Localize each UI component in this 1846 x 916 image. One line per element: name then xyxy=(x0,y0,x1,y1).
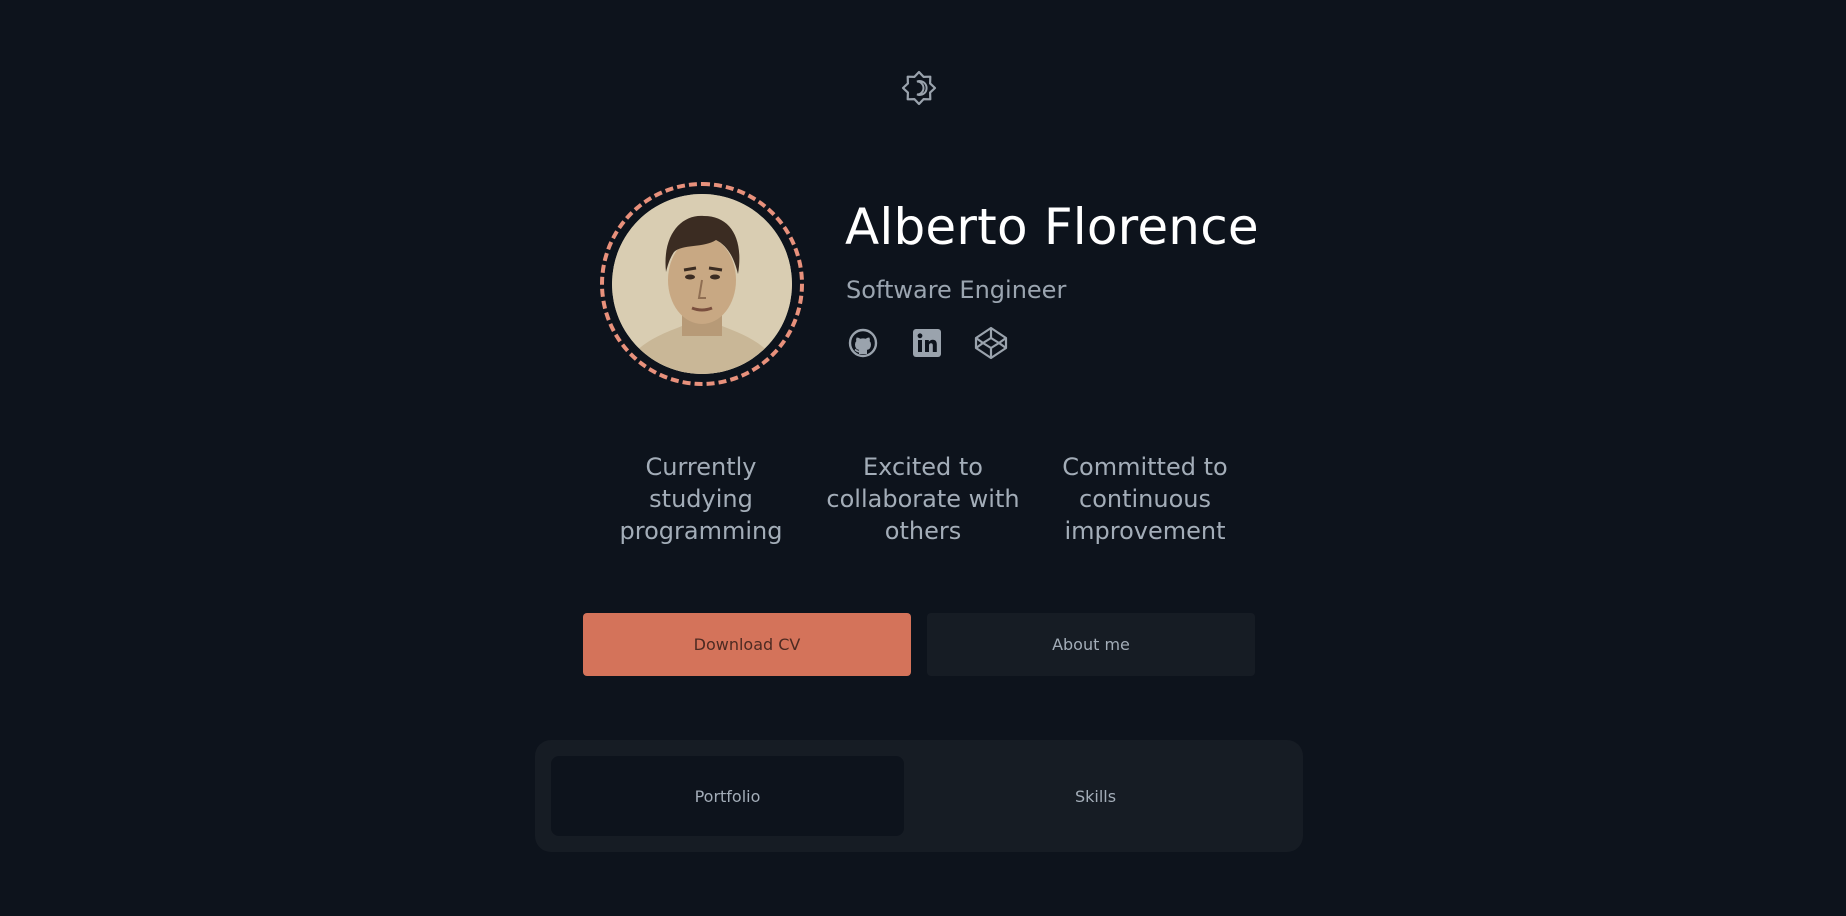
codepen-icon xyxy=(973,325,1009,365)
social-links xyxy=(846,325,1009,365)
profile-page: Alberto Florence Software Engineer Curre… xyxy=(0,0,1846,916)
github-link[interactable] xyxy=(846,328,880,362)
trait-line: improvement xyxy=(1064,517,1226,545)
tab-portfolio[interactable]: Portfolio xyxy=(551,756,904,836)
trait-line: Currently xyxy=(645,453,757,481)
traits-list: Currently studying programming Excited t… xyxy=(596,451,1250,547)
trait-line: collaborate with xyxy=(826,485,1020,513)
avatar-ring xyxy=(600,182,804,386)
trait-line: others xyxy=(884,517,962,545)
trait-item: Currently studying programming xyxy=(596,451,806,547)
download-cv-button[interactable]: Download CV xyxy=(583,613,911,676)
moon-icon xyxy=(901,70,937,110)
section-tabs: Portfolio Skills xyxy=(535,740,1303,852)
trait-line: continuous xyxy=(1079,485,1211,513)
codepen-link[interactable] xyxy=(973,325,1009,365)
theme-toggle-button[interactable] xyxy=(899,70,939,110)
github-icon xyxy=(847,327,879,363)
avatar xyxy=(612,194,792,374)
about-me-button[interactable]: About me xyxy=(927,613,1255,676)
trait-line: Excited to xyxy=(863,453,983,481)
linkedin-link[interactable] xyxy=(910,328,944,362)
trait-item: Excited to collaborate with others xyxy=(818,451,1028,547)
profile-name: Alberto Florence xyxy=(845,198,1259,256)
trait-line: studying xyxy=(649,485,753,513)
trait-item: Committed to continuous improvement xyxy=(1040,451,1250,547)
tab-skills[interactable]: Skills xyxy=(904,756,1287,836)
trait-line: programming xyxy=(619,517,783,545)
trait-line: Committed to xyxy=(1062,453,1228,481)
linkedin-icon xyxy=(911,327,943,363)
profile-role: Software Engineer xyxy=(846,276,1067,304)
